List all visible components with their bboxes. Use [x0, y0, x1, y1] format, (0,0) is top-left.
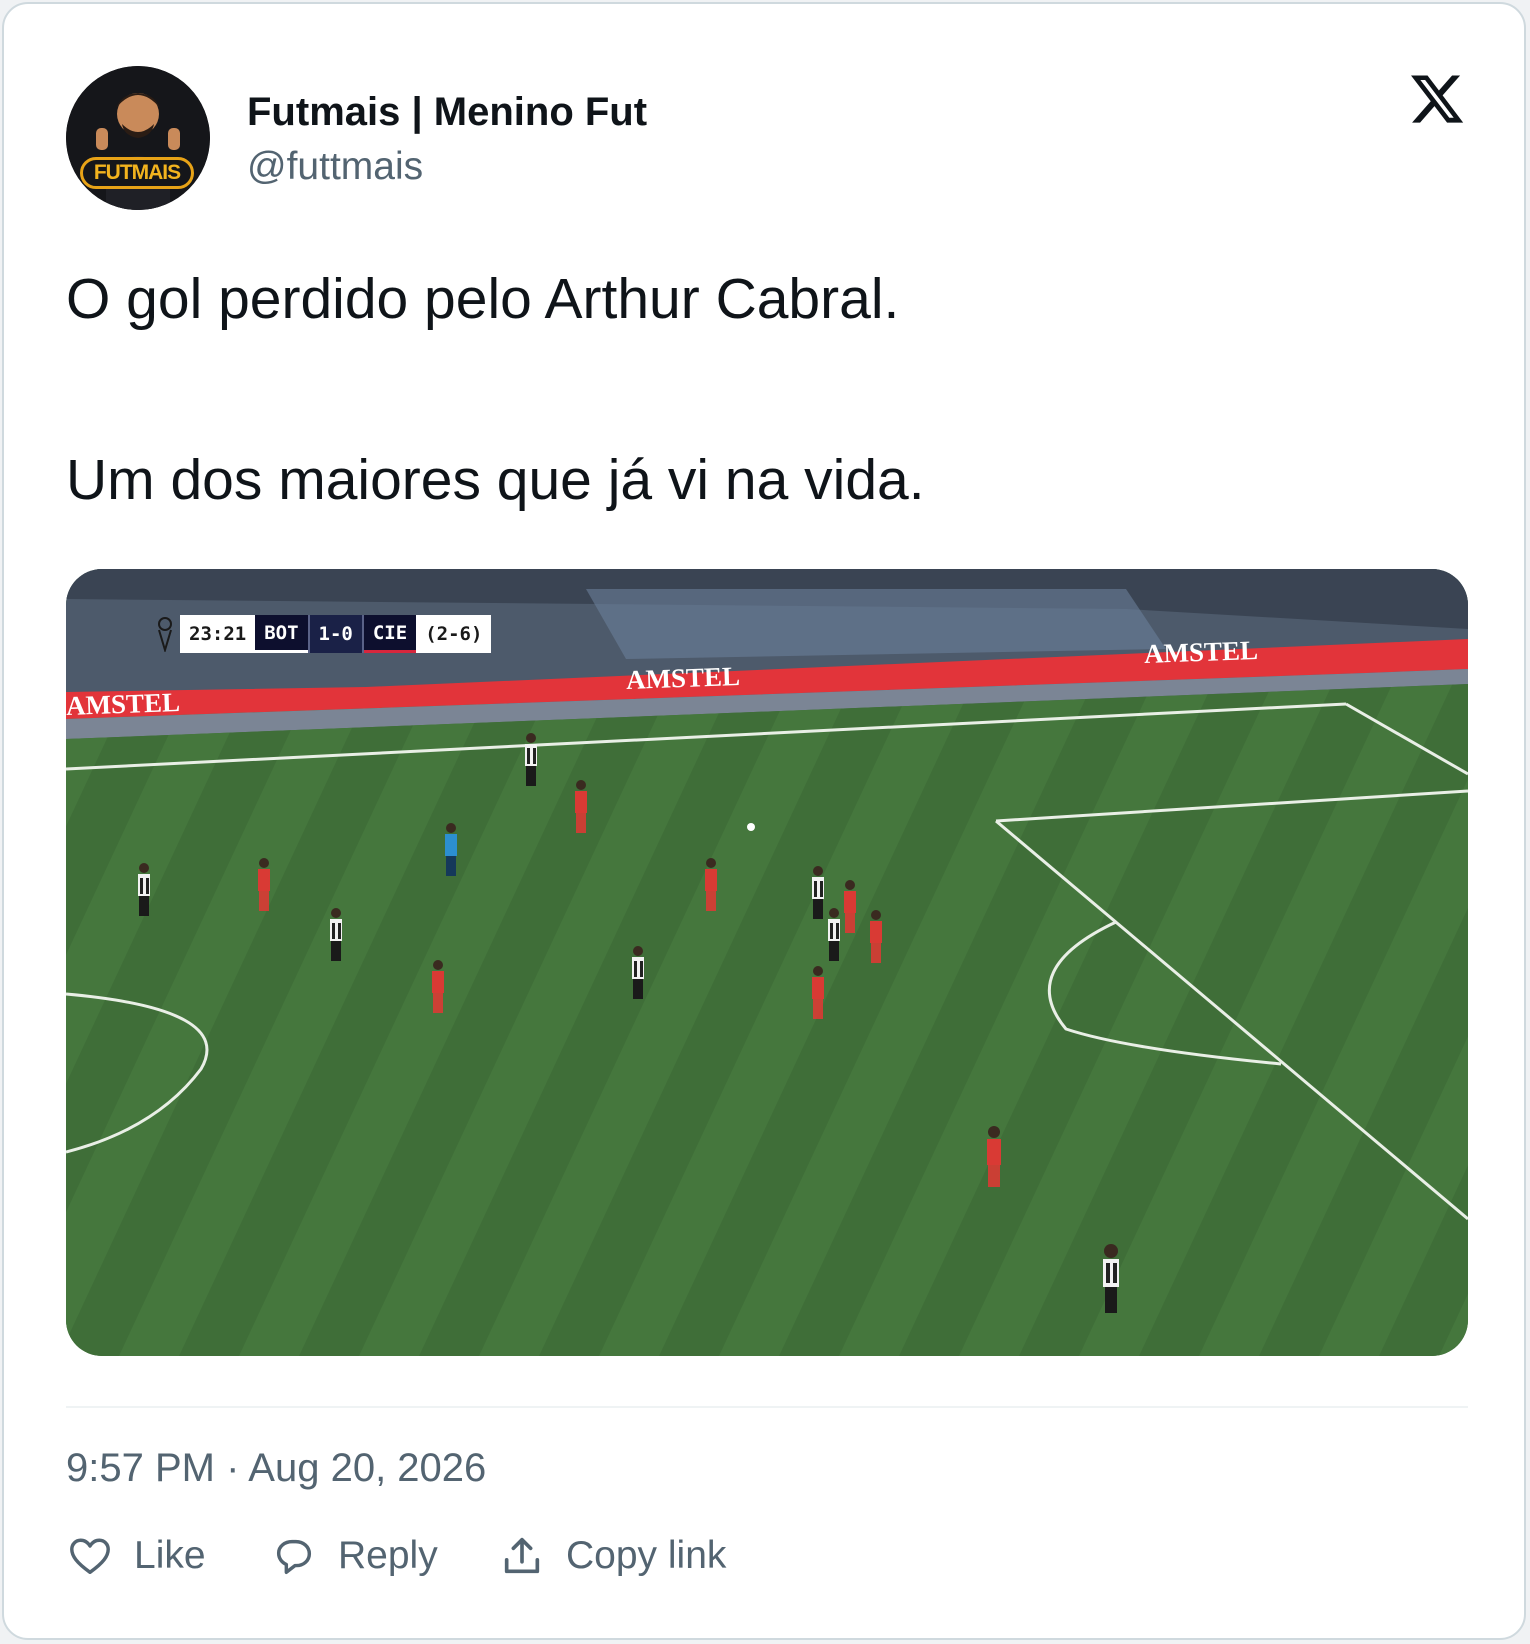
speech-bubble-icon	[270, 1532, 318, 1580]
tweet-text-line: Um dos maiores que já vi na vida.	[66, 448, 925, 512]
trophy-icon	[150, 615, 180, 653]
aggregate-score: (2-6)	[416, 615, 492, 653]
divider	[66, 1406, 1468, 1408]
match-clock: 23:21	[180, 615, 256, 653]
ad-text: AMSTEL	[625, 661, 741, 695]
scorebug: 23:21 BOT 1-0 CIE (2-6)	[150, 615, 492, 653]
upload-arrow-icon	[498, 1532, 546, 1580]
like-button[interactable]: Like	[66, 1526, 206, 1586]
heart-icon	[66, 1532, 114, 1580]
tweet-media-video[interactable]: AMSTEL AMSTEL AMSTEL 23:21 BOT 1-0 CIE (…	[66, 569, 1468, 1356]
ball	[747, 823, 755, 831]
author-avatar[interactable]: FUTMAIS	[66, 66, 210, 210]
away-team: CIE	[363, 615, 417, 653]
football-pitch-scene	[66, 569, 1468, 1356]
author-display-name[interactable]: Futmais | Menino Fut	[247, 88, 647, 136]
ad-text: AMSTEL	[1143, 635, 1259, 669]
match-score: 1-0	[307, 615, 364, 653]
home-team: BOT	[255, 615, 308, 653]
like-label: Like	[134, 1534, 206, 1577]
x-logo-icon[interactable]	[1408, 70, 1466, 128]
author-handle[interactable]: @futtmais	[247, 144, 423, 190]
copy-link-button[interactable]: Copy link	[498, 1526, 726, 1586]
avatar-brand-label: FUTMAIS	[80, 157, 194, 189]
reply-label: Reply	[338, 1534, 438, 1577]
tweet-text-line: O gol perdido pelo Arthur Cabral.	[66, 267, 900, 331]
copy-link-label: Copy link	[566, 1534, 727, 1577]
tweet-card: FUTMAIS Futmais | Menino Fut @futtmais O…	[2, 2, 1526, 1640]
tweet-timestamp[interactable]: 9:57 PM · Aug 20, 2026	[66, 1444, 486, 1492]
reply-button[interactable]: Reply	[270, 1526, 438, 1586]
pitch-grass	[66, 684, 1468, 1356]
ad-text: AMSTEL	[66, 687, 181, 721]
